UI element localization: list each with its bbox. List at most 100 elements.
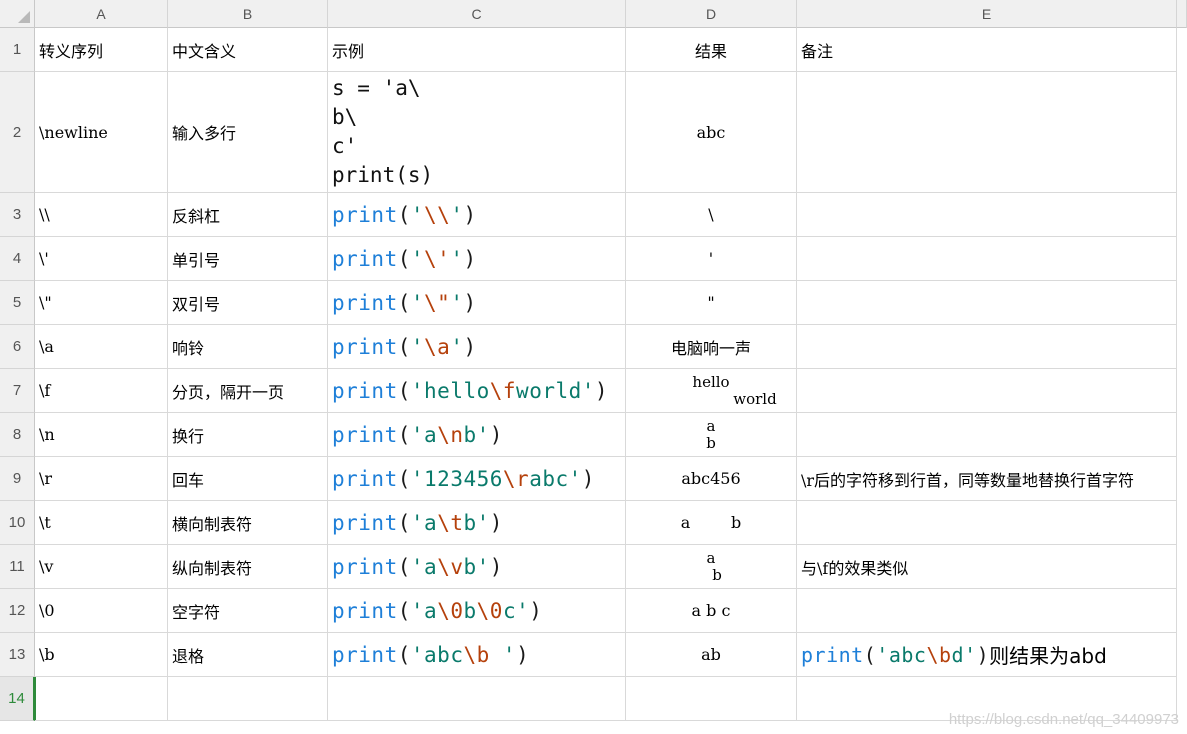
row-header-3[interactable]: 3	[0, 193, 35, 237]
row-header-8[interactable]: 8	[0, 413, 35, 457]
cell-b12[interactable]: 空字符	[168, 589, 328, 633]
select-all-corner[interactable]	[0, 0, 35, 28]
cell-a13[interactable]: \b	[35, 633, 168, 677]
code-close: )	[463, 334, 477, 359]
code-q1: '	[410, 378, 425, 403]
cell-a6[interactable]: \a	[35, 325, 168, 369]
row-header-4[interactable]: 4	[0, 237, 35, 281]
column-header-a[interactable]: A	[35, 0, 168, 28]
cell-e7[interactable]	[797, 369, 1177, 413]
cell-b8[interactable]: 换行	[168, 413, 328, 457]
column-header-b[interactable]: B	[168, 0, 328, 28]
cell-b2[interactable]: 输入多行	[168, 72, 328, 193]
row-header-10[interactable]: 10	[0, 501, 35, 545]
cell-d7[interactable]: hello world	[626, 369, 797, 413]
cell-b5[interactable]: 双引号	[168, 281, 328, 325]
cell-b6[interactable]: 响铃	[168, 325, 328, 369]
code-q2: '	[516, 598, 530, 623]
column-header-d[interactable]: D	[626, 0, 797, 28]
column-header-c[interactable]: C	[328, 0, 626, 28]
cell-e13[interactable]: print('abc\bd') 则结果为abd	[797, 633, 1177, 677]
cell-e6[interactable]	[797, 325, 1177, 369]
cell-e9[interactable]: \r后的字符移到行首，同等数量地替换行首字符	[797, 457, 1177, 501]
cell-d14[interactable]	[626, 677, 797, 721]
row-header-2[interactable]: 2	[0, 72, 35, 193]
header-cell-a[interactable]: 转义序列	[35, 28, 168, 72]
row-header-5[interactable]: 5	[0, 281, 35, 325]
row-header-6[interactable]: 6	[0, 325, 35, 369]
cell-c7[interactable]: print('hello\fworld')	[328, 369, 626, 413]
cell-c13[interactable]: print('abc\b ')	[328, 633, 626, 677]
cell-e11[interactable]: 与\f的效果类似	[797, 545, 1177, 589]
row-header-11[interactable]: 11	[0, 545, 35, 589]
cell-d4[interactable]: '	[626, 237, 797, 281]
cell-b14[interactable]	[168, 677, 328, 721]
cell-d6[interactable]: 电脑响一声	[626, 325, 797, 369]
column-header-e[interactable]: E	[797, 0, 1177, 28]
cell-e2[interactable]	[797, 72, 1177, 193]
cell-c2[interactable]: s = 'a\ b\ c' print(s)	[328, 72, 626, 193]
cell-d2[interactable]: abc	[626, 72, 797, 193]
row-header-13[interactable]: 13	[0, 633, 35, 677]
cell-e8[interactable]	[797, 413, 1177, 457]
cell-c4[interactable]: print('\'')	[328, 237, 626, 281]
cell-a10[interactable]: \t	[35, 501, 168, 545]
code-close: )	[594, 378, 609, 403]
cell-d12[interactable]: a b c	[626, 589, 797, 633]
cell-c11[interactable]: print('a\vb')	[328, 545, 626, 589]
cell-e4[interactable]	[797, 237, 1177, 281]
cell-d13[interactable]: ab	[626, 633, 797, 677]
cell-a7[interactable]: \f	[35, 369, 168, 413]
cell-e10[interactable]	[797, 501, 1177, 545]
cell-d11[interactable]: ab	[626, 545, 797, 589]
header-cell-c[interactable]: 示例	[328, 28, 626, 72]
code-q2: '	[450, 202, 464, 227]
cell-c3[interactable]: print('\\')	[328, 193, 626, 237]
row-header-14[interactable]: 14	[0, 677, 35, 721]
row-header-9[interactable]: 9	[0, 457, 35, 501]
cell-a11[interactable]: \v	[35, 545, 168, 589]
cell-e12[interactable]	[797, 589, 1177, 633]
cell-a14[interactable]	[35, 677, 168, 721]
cell-c8[interactable]: print('a\nb')	[328, 413, 626, 457]
code-fn: print	[332, 598, 398, 623]
cell-a4[interactable]: \'	[35, 237, 168, 281]
row-header-12[interactable]: 12	[0, 589, 35, 633]
cell-c10[interactable]: print('a\tb')	[328, 501, 626, 545]
code-fn: print	[332, 554, 398, 579]
cell-c12[interactable]: print('a\0b\0c')	[328, 589, 626, 633]
cell-c6[interactable]: print('\a')	[328, 325, 626, 369]
escape-sequence: \0	[39, 601, 55, 620]
row-header-7[interactable]: 7	[0, 369, 35, 413]
cell-d5[interactable]: "	[626, 281, 797, 325]
cell-a12[interactable]: \0	[35, 589, 168, 633]
column-header-filler	[1177, 0, 1187, 28]
cell-e5[interactable]	[797, 281, 1177, 325]
cell-d3[interactable]: \	[626, 193, 797, 237]
cell-e3[interactable]	[797, 193, 1177, 237]
cell-a9[interactable]: \r	[35, 457, 168, 501]
cell-c5[interactable]: print('\"')	[328, 281, 626, 325]
cell-b7[interactable]: 分页，隔开一页	[168, 369, 328, 413]
cell-b10[interactable]: 横向制表符	[168, 501, 328, 545]
cell-a2[interactable]: \newline	[35, 72, 168, 193]
cell-d10[interactable]: a b	[626, 501, 797, 545]
cell-b3[interactable]: 反斜杠	[168, 193, 328, 237]
cell-a3[interactable]: \\	[35, 193, 168, 237]
header-cell-e[interactable]: 备注	[797, 28, 1177, 72]
cell-b11[interactable]: 纵向制表符	[168, 545, 328, 589]
cell-a8[interactable]: \n	[35, 413, 168, 457]
cell-c14[interactable]	[328, 677, 626, 721]
cell-b9[interactable]: 回车	[168, 457, 328, 501]
cell-c9[interactable]: print('123456\rabc')	[328, 457, 626, 501]
escape-sequence: \v	[39, 557, 54, 576]
cell-d9[interactable]: abc456	[626, 457, 797, 501]
cell-b4[interactable]: 单引号	[168, 237, 328, 281]
cell-b13[interactable]: 退格	[168, 633, 328, 677]
cell-d8[interactable]: ab	[626, 413, 797, 457]
cell-a5[interactable]: \"	[35, 281, 168, 325]
row-header-1[interactable]: 1	[0, 28, 35, 72]
header-cell-b[interactable]: 中文含义	[168, 28, 328, 72]
code-q2: '	[568, 466, 582, 491]
header-cell-d[interactable]: 结果	[626, 28, 797, 72]
